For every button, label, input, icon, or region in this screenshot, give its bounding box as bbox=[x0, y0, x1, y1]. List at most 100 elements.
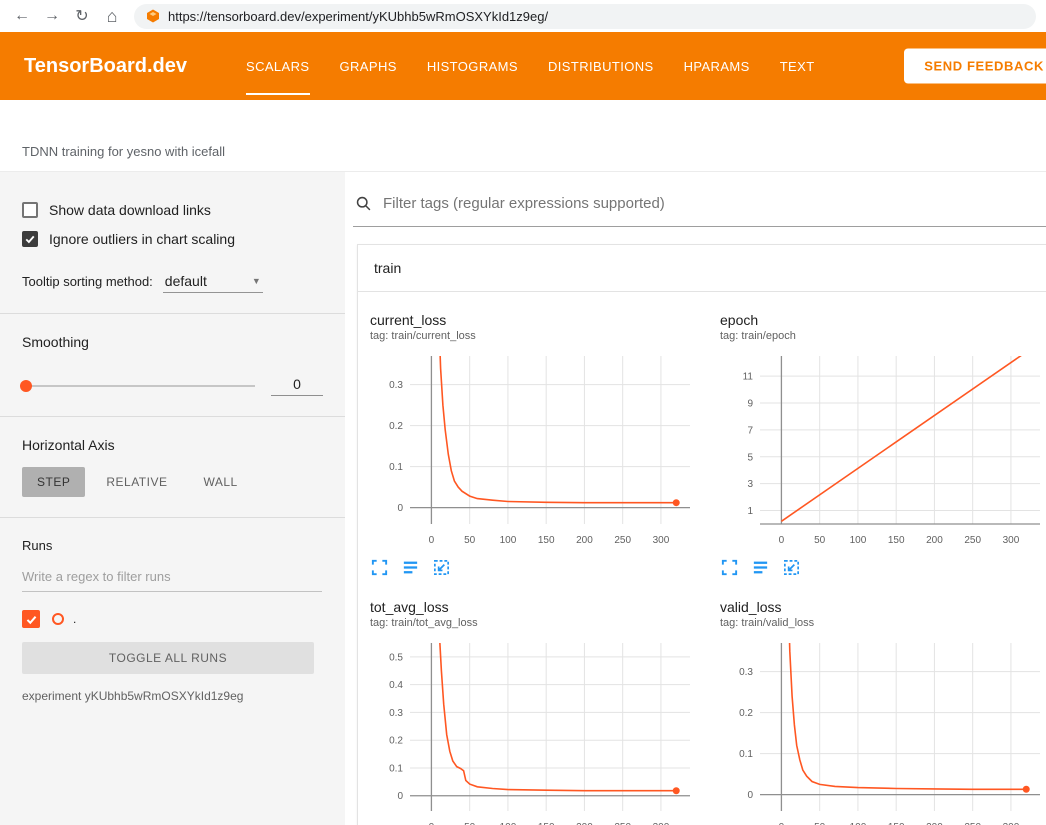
chart-card-tot-avg-loss: tot_avg_loss tag: train/tot_avg_loss 050… bbox=[366, 599, 710, 825]
line-chart[interactable]: 05010015020025030000.10.20.3 bbox=[716, 637, 1046, 825]
tab-distributions[interactable]: DISTRIBUTIONS bbox=[533, 32, 669, 100]
chart-card-current-loss: current_loss tag: train/current_loss 0 50… bbox=[366, 312, 710, 577]
svg-text:0: 0 bbox=[779, 535, 785, 546]
svg-text:0.2: 0.2 bbox=[389, 421, 403, 432]
run-data-icon[interactable] bbox=[751, 558, 770, 577]
address-bar[interactable]: https://tensorboard.dev/experiment/yKUbh… bbox=[134, 4, 1036, 29]
chart-title: tot_avg_loss bbox=[370, 599, 710, 615]
svg-text:0: 0 bbox=[429, 535, 435, 546]
svg-text:7: 7 bbox=[747, 425, 753, 436]
chart-title: epoch bbox=[720, 312, 1046, 328]
svg-text:150: 150 bbox=[538, 535, 555, 546]
smoothing-slider[interactable] bbox=[22, 385, 255, 387]
svg-text:0.3: 0.3 bbox=[389, 380, 403, 391]
show-download-links-checkbox[interactable] bbox=[22, 202, 38, 218]
header-nav: SCALARS GRAPHS HISTOGRAMS DISTRIBUTIONS … bbox=[231, 32, 830, 100]
ignore-outliers-checkbox[interactable] bbox=[22, 231, 38, 247]
svg-text:50: 50 bbox=[814, 535, 826, 546]
svg-text:100: 100 bbox=[500, 535, 517, 546]
tag-filter-input[interactable] bbox=[381, 194, 1046, 213]
smoothing-slider-handle[interactable] bbox=[20, 380, 32, 392]
chart-card-valid-loss: valid_loss tag: train/valid_loss 0501001… bbox=[716, 599, 1046, 825]
chart-title: current_loss bbox=[370, 312, 710, 328]
send-feedback-button[interactable]: SEND FEEDBACK bbox=[904, 49, 1046, 84]
svg-text:0.4: 0.4 bbox=[389, 680, 403, 691]
url-text: https://tensorboard.dev/experiment/yKUbh… bbox=[168, 9, 548, 24]
tag-filter-row bbox=[353, 186, 1046, 227]
experiment-title-bar: TDNN training for yesno with icefall bbox=[0, 100, 1046, 172]
svg-text:50: 50 bbox=[464, 535, 476, 546]
scalars-dashboard: train current_loss tag: train/current_lo… bbox=[345, 172, 1046, 825]
show-download-links-label: Show data download links bbox=[49, 202, 211, 218]
svg-text:300: 300 bbox=[1003, 535, 1020, 546]
home-icon[interactable]: ⌂ bbox=[100, 4, 124, 28]
svg-text:250: 250 bbox=[614, 535, 631, 546]
svg-text:150: 150 bbox=[888, 535, 905, 546]
svg-text:200: 200 bbox=[926, 535, 943, 546]
runs-filter-input[interactable] bbox=[22, 569, 322, 592]
run-data-icon[interactable] bbox=[401, 558, 420, 577]
expand-chart-icon[interactable] bbox=[370, 558, 389, 577]
svg-text:0.1: 0.1 bbox=[389, 763, 403, 774]
svg-text:0.5: 0.5 bbox=[389, 652, 403, 663]
line-chart[interactable]: 0501001502002503001357911 bbox=[716, 350, 1046, 550]
charts-grid: current_loss tag: train/current_loss 050… bbox=[358, 292, 1046, 825]
svg-text:11: 11 bbox=[743, 372, 754, 383]
smoothing-value[interactable]: 0 bbox=[271, 376, 323, 396]
svg-text:100: 100 bbox=[850, 535, 867, 546]
svg-text:0: 0 bbox=[397, 791, 403, 802]
axis-step-button[interactable]: STEP bbox=[22, 467, 85, 497]
tooltip-sorting-dropdown[interactable]: default ▼ bbox=[163, 271, 263, 293]
runs-label: Runs bbox=[22, 538, 323, 553]
toggle-all-runs-button[interactable]: TOGGLE ALL RUNS bbox=[22, 642, 314, 674]
tab-text[interactable]: TEXT bbox=[765, 32, 830, 100]
sidebar-divider bbox=[0, 517, 345, 518]
horizontal-axis-label: Horizontal Axis bbox=[22, 437, 323, 453]
forward-icon[interactable]: → bbox=[40, 4, 64, 28]
fit-domain-icon[interactable] bbox=[432, 558, 451, 577]
app-header: TensorBoard.dev SCALARS GRAPHS HISTOGRAM… bbox=[0, 32, 1046, 100]
tab-scalars[interactable]: SCALARS bbox=[231, 32, 325, 100]
expand-chart-icon[interactable] bbox=[720, 558, 739, 577]
settings-sidebar: Show data download links Ignore outliers… bbox=[0, 172, 345, 825]
chart-tag: tag: train/epoch bbox=[720, 330, 1046, 342]
search-icon bbox=[355, 195, 372, 212]
chart-tag: tag: train/current_loss bbox=[370, 330, 710, 342]
tooltip-sorting-label: Tooltip sorting method: bbox=[22, 274, 153, 289]
check-icon bbox=[25, 613, 38, 626]
fit-domain-icon[interactable] bbox=[782, 558, 801, 577]
sidebar-divider bbox=[0, 313, 345, 314]
axis-relative-button[interactable]: RELATIVE bbox=[91, 467, 182, 497]
chart-card-epoch: epoch tag: train/epoch 0 50 100 150 200 250 30… bbox=[716, 312, 1046, 577]
svg-text:3: 3 bbox=[747, 479, 753, 490]
show-download-links-row[interactable]: Show data download links bbox=[22, 202, 323, 218]
axis-wall-button[interactable]: WALL bbox=[188, 467, 252, 497]
ignore-outliers-label: Ignore outliers in chart scaling bbox=[49, 231, 235, 247]
svg-text:0.1: 0.1 bbox=[389, 462, 403, 473]
back-icon[interactable]: ← bbox=[10, 4, 34, 28]
tab-hparams[interactable]: HPARAMS bbox=[669, 32, 765, 100]
svg-text:250: 250 bbox=[964, 535, 981, 546]
experiment-caption: experiment yKUbhb5wRmOSXYkId1z9eg bbox=[22, 689, 323, 703]
site-icon bbox=[146, 9, 160, 23]
svg-text:0.3: 0.3 bbox=[739, 667, 753, 678]
tab-graphs[interactable]: GRAPHS bbox=[325, 32, 412, 100]
chart-title: valid_loss bbox=[720, 599, 1046, 615]
run-checkbox[interactable] bbox=[22, 610, 40, 628]
chart-toolbar bbox=[720, 558, 1046, 577]
svg-text:5: 5 bbox=[747, 452, 753, 463]
smoothing-label: Smoothing bbox=[22, 334, 323, 350]
train-group-header[interactable]: train bbox=[358, 245, 1046, 292]
reload-icon[interactable]: ↻ bbox=[70, 4, 94, 28]
sidebar-divider bbox=[0, 416, 345, 417]
tab-histograms[interactable]: HISTOGRAMS bbox=[412, 32, 533, 100]
svg-text:9: 9 bbox=[747, 399, 753, 410]
svg-text:0.3: 0.3 bbox=[389, 708, 403, 719]
experiment-title: TDNN training for yesno with icefall bbox=[22, 144, 225, 159]
ignore-outliers-row[interactable]: Ignore outliers in chart scaling bbox=[22, 231, 323, 247]
svg-text:0: 0 bbox=[397, 503, 403, 514]
line-chart[interactable]: 05010015020025030000.10.20.30.40.5 bbox=[366, 637, 702, 825]
line-chart[interactable]: 05010015020025030000.10.20.3 bbox=[366, 350, 702, 550]
chart-toolbar bbox=[370, 558, 710, 577]
horizontal-axis-buttons: STEP RELATIVE WALL bbox=[22, 467, 323, 497]
